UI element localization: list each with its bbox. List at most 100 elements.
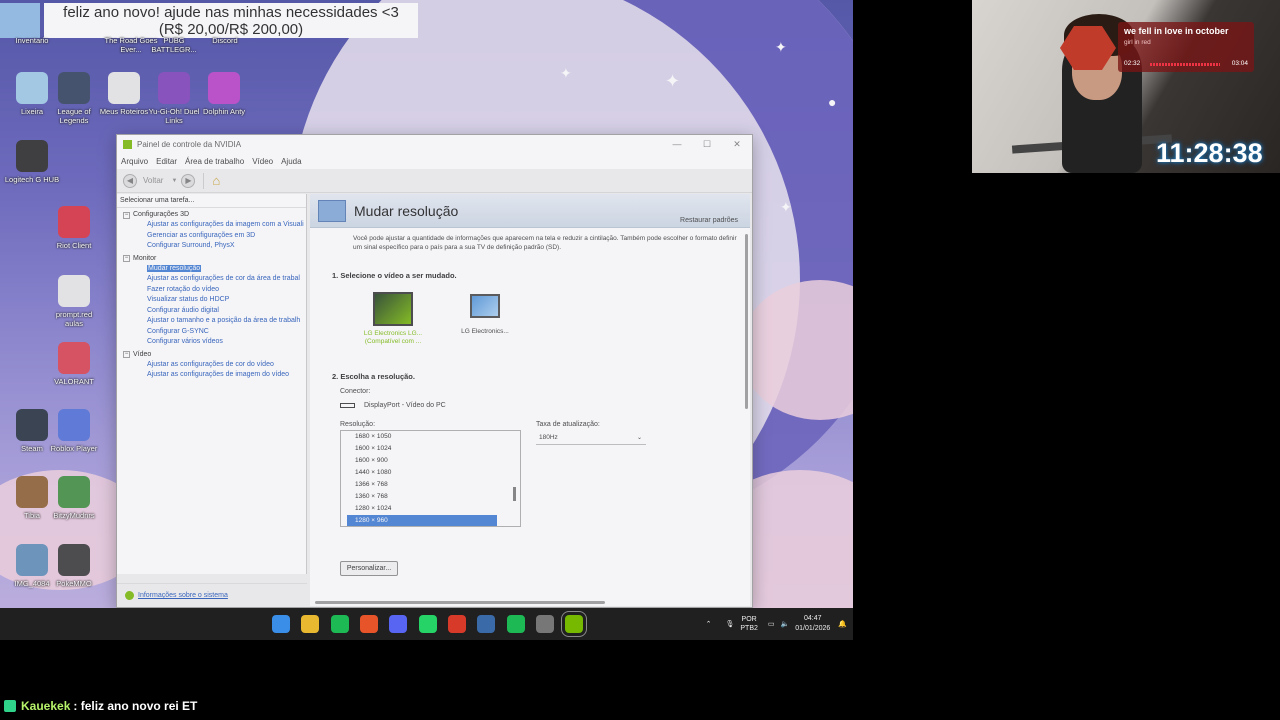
microphone-icon[interactable]: 🎙 — [725, 620, 734, 628]
toolbar-divider — [203, 172, 205, 189]
desktop-icon[interactable]: PokeMMO — [46, 544, 102, 588]
desktop-icon[interactable]: PUBG BATTLEGR... — [146, 36, 202, 54]
menu-item[interactable]: Vídeo — [252, 157, 273, 166]
desktop-icon[interactable]: Dolphin Anty — [196, 72, 252, 116]
brave-icon[interactable] — [360, 615, 378, 633]
tree-item[interactable]: Ajustar as configurações da imagem com a… — [117, 220, 306, 231]
minimize-button[interactable]: — — [662, 139, 692, 150]
discord-icon[interactable] — [389, 615, 407, 633]
song-title: we fell in love in october — [1124, 26, 1229, 36]
tree-item[interactable]: Fazer rotação do vídeo — [117, 285, 306, 296]
tree-item[interactable]: Configurar Surround, PhysX — [117, 241, 306, 252]
desktop-icon[interactable]: BitzyMudnrs — [46, 476, 102, 520]
taskbar-date: 01/01/2026 — [795, 625, 831, 632]
system-info-bar: Informações sobre o sistema — [117, 583, 307, 607]
resolution-option[interactable]: 1280 × 1024 — [341, 503, 520, 515]
calculator-icon[interactable] — [536, 615, 554, 633]
refresh-rate-value: 180Hz — [539, 434, 558, 441]
tree-category[interactable]: − Configurações 3D — [117, 210, 306, 220]
collapse-icon[interactable]: − — [123, 255, 130, 262]
tree-item[interactable]: Gerenciar as configurações em 3D — [117, 231, 306, 242]
home-icon[interactable]: ⌂ — [212, 173, 220, 188]
nvidia-icon[interactable] — [561, 611, 587, 637]
resolution-option[interactable]: 1600 × 900 — [341, 455, 520, 467]
tree-item[interactable]: Ajustar o tamanho e a posição da área de… — [117, 316, 306, 327]
task-tree-panel: Selecionar uma tarefa... − Configurações … — [117, 194, 307, 574]
resolution-option[interactable]: 1280 × 960 — [347, 515, 497, 526]
star-icon: ✦ — [775, 39, 787, 55]
tree-item[interactable]: Configurar áudio digital — [117, 306, 306, 317]
refresh-rate-select[interactable]: 180Hz ⌄ — [536, 432, 646, 445]
resolution-option[interactable]: 1600 × 1024 — [341, 443, 520, 455]
donation-message: feliz ano novo! ajude nas minhas necessi… — [63, 4, 399, 21]
tree-item[interactable]: Configurar vários vídeos — [117, 337, 306, 348]
monitor-option-1[interactable]: LG Electronics LG... (Compatível com ... — [358, 292, 428, 346]
desktop-icon[interactable]: Meus Roteiros — [96, 72, 152, 116]
refresh-rate-label: Taxa de atualização: — [536, 421, 600, 428]
desktop-icon[interactable]: Yu-Gi-Oh! Duel Links — [146, 72, 202, 125]
tree-item[interactable]: Ajustar as configurações de cor do vídeo — [117, 360, 306, 371]
content-horizontal-scrollbar[interactable] — [315, 601, 605, 604]
resolution-option[interactable]: 1440 × 1080 — [341, 467, 520, 479]
taskbar-clock[interactable]: 04:47 01/01/2026 — [795, 614, 830, 634]
language-indicator[interactable]: POR PTB2 — [740, 615, 758, 633]
tree-item[interactable]: Configurar G-SYNC — [117, 327, 306, 338]
tree-item[interactable]: Visualizar status do HDCP — [117, 295, 306, 306]
maximize-button[interactable]: ☐ — [692, 139, 722, 150]
desktop-icon[interactable]: Discord — [197, 36, 253, 45]
chevron-up-icon[interactable]: ⌃ — [706, 620, 712, 628]
donation-banner: feliz ano novo! ajude nas minhas necessi… — [44, 3, 418, 38]
valorant-icon — [58, 342, 90, 374]
restore-defaults-link[interactable]: Restaurar padrões — [680, 217, 738, 224]
tree-item-label: Configurar vários vídeos — [147, 338, 223, 345]
desktop-icon[interactable]: League of Legends — [46, 72, 102, 125]
tree-item[interactable]: Ajustar as configurações de imagem do ví… — [117, 370, 306, 381]
back-arrow-icon[interactable]: ◀ — [123, 173, 137, 188]
tree-item[interactable]: Ajustar as configurações de cor da área … — [117, 274, 306, 285]
spotify-icon[interactable] — [331, 615, 349, 633]
file-explorer-icon[interactable] — [301, 615, 319, 633]
menu-item[interactable]: Ajuda — [281, 157, 301, 166]
desktop-icon[interactable]: Inventario — [4, 36, 60, 45]
close-button[interactable]: ✕ — [722, 139, 752, 150]
chrome-icon[interactable] — [448, 615, 466, 633]
whatsapp-icon[interactable] — [419, 615, 437, 633]
desktop-icon[interactable]: VALORANT — [46, 342, 102, 386]
nvidia-control-panel-window[interactable]: Painel de controle da NVIDIA — ☐ ✕ Arqui… — [116, 134, 753, 608]
forward-arrow-icon[interactable]: ▶ — [181, 173, 196, 188]
resolution-option[interactable]: 1360 × 768 — [341, 491, 520, 503]
desktop-icon[interactable]: prompt.red aulas — [46, 275, 102, 328]
desktop-icon[interactable]: Riot Client — [46, 206, 102, 250]
back-button-label[interactable]: Voltar — [143, 176, 163, 185]
tree-item[interactable]: Mudar resolução — [117, 264, 306, 275]
tree-category-label: Configurações 3D — [133, 211, 190, 218]
desktop-icon[interactable]: Roblox Player — [46, 409, 102, 453]
resolution-list-scrollbar[interactable] — [513, 487, 516, 501]
customize-button[interactable]: Personalizar... — [340, 561, 398, 576]
resolution-list[interactable]: 1680 × 1050 1600 × 1024 1600 × 900 1440 × 1… — [340, 430, 521, 527]
chevron-down-icon[interactable]: ▼ — [171, 178, 177, 184]
desktop-icon-label: PokeMMO — [56, 579, 92, 588]
menu-item[interactable]: Editar — [156, 157, 177, 166]
tree-category[interactable]: − Monitor — [117, 254, 306, 264]
menu-item[interactable]: Arquivo — [121, 157, 148, 166]
resolution-option[interactable]: 1366 × 768 — [341, 479, 520, 491]
network-icon[interactable]: ▭ — [768, 620, 775, 628]
collapse-icon[interactable]: − — [123, 351, 130, 358]
donation-color-swatch — [0, 3, 40, 38]
monitor-option-2[interactable]: LG Electronics... — [450, 294, 520, 335]
tree-category[interactable]: − Vídeo — [117, 350, 306, 360]
desktop-icon[interactable]: Logitech G HUB — [4, 140, 60, 184]
collapse-icon[interactable]: − — [123, 211, 130, 219]
window-titlebar[interactable]: Painel de controle da NVIDIA — ☐ ✕ — [117, 135, 752, 153]
desktop-icon-label: prompt.red aulas — [55, 310, 93, 328]
resolution-option[interactable]: 1680 × 1050 — [341, 431, 520, 443]
volume-icon[interactable]: 🔈 — [781, 620, 790, 628]
system-info-link[interactable]: Informações sobre o sistema — [138, 592, 228, 599]
steam-icon[interactable] — [477, 615, 495, 633]
content-vertical-scrollbar[interactable] — [745, 234, 748, 409]
windows-start-icon[interactable] — [272, 615, 290, 633]
notification-bell-icon[interactable]: 🔔 — [838, 620, 847, 628]
menu-item[interactable]: Área de trabalho — [185, 157, 244, 166]
spotify-icon[interactable] — [507, 615, 525, 633]
